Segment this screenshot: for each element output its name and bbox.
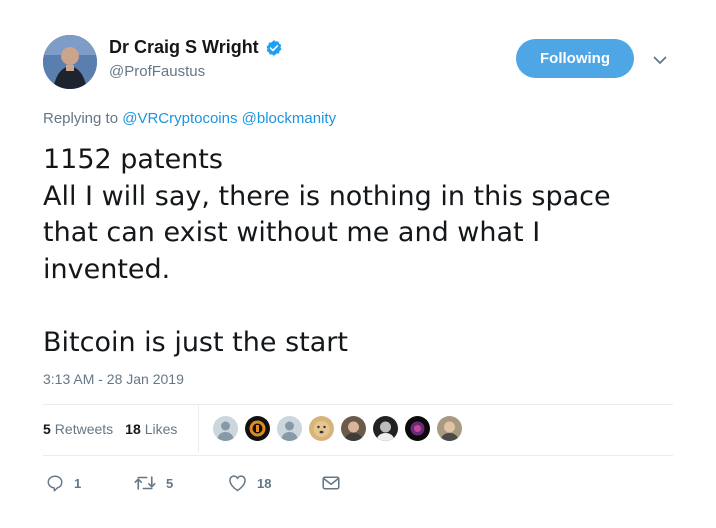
- liker-avatar[interactable]: [309, 416, 334, 441]
- liker-avatar[interactable]: [341, 416, 366, 441]
- tweet-text-line: 1152 patents: [43, 144, 223, 175]
- tweet-card: Dr Craig S Wright @ProfFaustus Following…: [0, 0, 716, 528]
- liker-avatar[interactable]: [373, 416, 398, 441]
- heart-icon: [228, 474, 247, 492]
- author-avatar[interactable]: [43, 35, 97, 89]
- divider: [43, 455, 673, 456]
- tweet-text-line: that can exist without me and what I: [43, 217, 541, 248]
- retweet-button[interactable]: 5: [134, 474, 228, 492]
- retweets-stat[interactable]: 5 Retweets: [43, 421, 113, 437]
- replying-to-label: Replying to: [43, 110, 119, 127]
- verified-badge-icon: [265, 39, 283, 57]
- liker-avatar[interactable]: [277, 416, 302, 441]
- author-handle[interactable]: @ProfFaustus: [109, 63, 205, 80]
- divider: [43, 404, 673, 405]
- liker-avatar[interactable]: [405, 416, 430, 441]
- stats-separator: [198, 405, 199, 452]
- like-count: 18: [257, 475, 272, 491]
- tweet-timestamp[interactable]: 3:13 AM - 28 Jan 2019: [43, 371, 184, 387]
- retweet-icon: [134, 474, 156, 492]
- liker-avatars: [213, 416, 469, 441]
- replying-to: Replying to @VRCryptocoins @blockmanity: [43, 110, 336, 127]
- tweet-text-line: invented.: [43, 253, 171, 285]
- tweet-text-line: All I will say, there is nothing in this…: [43, 180, 611, 212]
- tweet-text: 1152 patents All I will say, there is no…: [43, 142, 683, 361]
- likes-stat[interactable]: 18 Likes: [125, 421, 177, 437]
- author-name[interactable]: Dr Craig S Wright: [109, 37, 259, 58]
- mention-link[interactable]: @blockmanity: [242, 110, 336, 127]
- liker-avatar[interactable]: [437, 416, 462, 441]
- reply-button[interactable]: 1: [46, 474, 134, 492]
- direct-message-button[interactable]: [322, 475, 340, 491]
- reply-icon: [46, 474, 64, 492]
- like-button[interactable]: 18: [228, 474, 322, 492]
- tweet-text-line: Bitcoin is just the start: [43, 326, 348, 358]
- reply-count: 1: [74, 475, 82, 491]
- author-name-row[interactable]: Dr Craig S Wright: [109, 37, 283, 58]
- tweet-stats: 5 Retweets 18 Likes: [43, 421, 189, 437]
- tweet-actions: 1 5 18: [46, 474, 340, 492]
- retweet-count: 5: [166, 475, 174, 491]
- following-button[interactable]: Following: [516, 39, 634, 78]
- envelope-icon: [322, 475, 340, 491]
- liker-avatar[interactable]: [213, 416, 238, 441]
- retweets-count: 5: [43, 421, 51, 437]
- retweets-label: Retweets: [54, 421, 114, 437]
- chevron-down-icon[interactable]: [652, 52, 668, 68]
- liker-avatar[interactable]: [245, 416, 270, 441]
- likes-label: Likes: [144, 421, 178, 437]
- likes-count: 18: [125, 421, 141, 437]
- mention-link[interactable]: @VRCryptocoins: [122, 110, 237, 127]
